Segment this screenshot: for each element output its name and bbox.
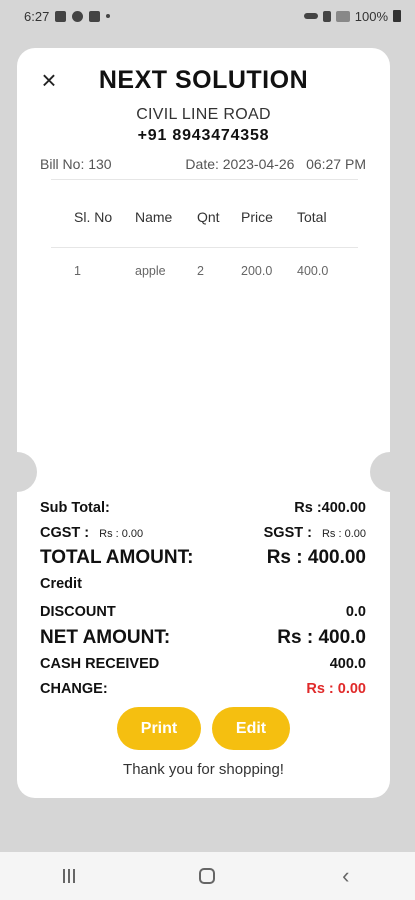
bill-datetime: Date: 2023-04-26 06:27 PM [185,156,366,172]
receipt-card: × NEXT SOLUTION CIVIL LINE ROAD +91 8943… [0,48,410,798]
back-icon: ‹ [342,863,350,888]
bill-date: Date: 2023-04-26 [185,156,295,172]
app-notification-icon [89,10,101,22]
shop-address: CIVIL LINE ROAD [136,106,271,123]
bill-number: Bill No: 130 [40,156,112,172]
receipt-notch-right [370,452,410,492]
col-price: Price [241,209,273,225]
bill-time: 06:27 PM [306,156,366,172]
whatsapp-notification-icon [72,10,84,22]
battery-level: 100% [354,8,388,24]
sub-total-value: Rs :400.00 [294,500,366,516]
item-total: 400.0 [297,264,329,278]
net-amount-value: Rs : 400.0 [277,627,366,648]
shop-phone: +91 8943474358 [137,127,270,144]
item-name: apple [135,264,166,278]
status-bar: 6:27 100% [0,0,415,32]
sgst-group: SGST : Rs : 0.00 [264,525,366,541]
home-icon [199,868,216,884]
navigation-bar: ‹ [0,852,415,900]
divider [51,247,358,248]
print-button[interactable]: Print [117,707,201,750]
change-label: CHANGE: [40,681,108,697]
cash-received-label: CASH RECEIVED [40,656,160,672]
divider [51,179,358,180]
total-amount-label: TOTAL AMOUNT: [40,547,194,568]
sgst-label: SGST : [263,525,312,541]
status-right: 100% [303,8,401,24]
net-amount-row: NET AMOUNT: Rs : 400.0 [40,627,366,649]
status-left: 6:27 [24,8,111,24]
more-notifications-icon [106,14,111,18]
cash-received-value: 400.0 [329,656,366,672]
change-value: Rs : 0.00 [306,681,366,697]
col-sl-no: Sl. No [74,209,113,225]
wifi-signal-icon [335,10,350,22]
discount-value: 0.0 [345,604,366,620]
cgst-value: Rs : 0.00 [99,528,144,540]
item-price: 200.0 [241,264,273,278]
mute-icon [322,10,331,22]
total-amount-value: Rs : 400.00 [266,547,366,568]
change-row: CHANGE: Rs : 0.00 [40,681,366,697]
sgst-value: Rs : 0.00 [321,528,366,540]
discount-label: DISCOUNT [40,604,116,620]
discount-row: DISCOUNT 0.0 [40,604,366,620]
col-total: Total [297,209,327,225]
net-amount-label: NET AMOUNT: [40,627,171,648]
cgst-label: CGST : [40,525,90,541]
col-name: Name [135,209,173,225]
gallery-notification-icon [55,10,67,22]
tax-row: CGST : Rs : 0.00 SGST : Rs : 0.00 [40,525,366,541]
bill-info-row: Bill No: 130 Date: 2023-04-26 06:27 PM [40,156,366,172]
cash-received-row: CASH RECEIVED 400.0 [40,656,366,672]
receipt-notch-left [0,452,37,492]
battery-icon [393,10,401,22]
thank-you-message: Thank you for shopping! [123,761,284,778]
status-time: 6:27 [24,8,50,24]
col-qnt: Qnt [197,209,220,225]
payment-mode: Credit [40,576,82,592]
home-button[interactable] [187,856,227,896]
sub-total-row: Sub Total: Rs :400.00 [40,500,366,516]
total-amount-row: TOTAL AMOUNT: Rs : 400.00 [40,547,366,569]
payment-mode-row: Credit [40,576,366,592]
shop-name: NEXT SOLUTION [98,66,309,94]
recents-button[interactable] [49,856,89,896]
item-sl: 1 [74,264,81,278]
recents-icon [63,869,76,883]
back-button[interactable]: ‹ [326,856,366,896]
sub-total-label: Sub Total: [40,500,110,516]
link-icon [303,13,318,19]
item-qnt: 2 [197,264,204,278]
cgst-group: CGST : Rs : 0.00 [40,525,143,541]
edit-button[interactable]: Edit [212,707,290,750]
